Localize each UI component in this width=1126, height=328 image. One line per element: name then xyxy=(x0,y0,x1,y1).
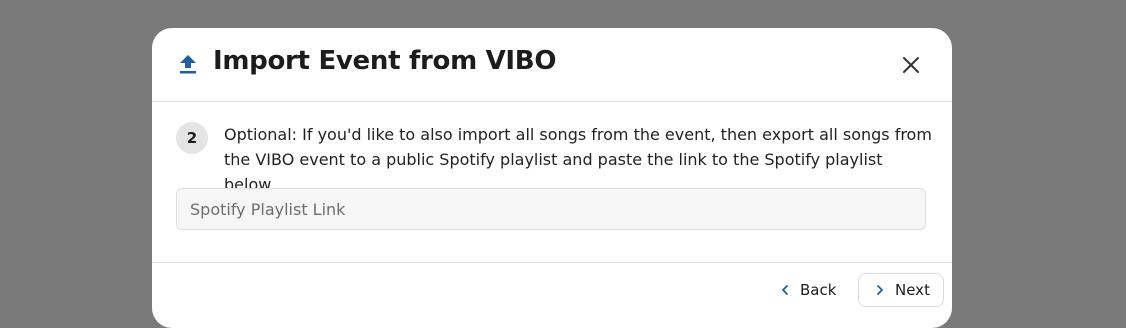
upload-icon xyxy=(178,53,198,75)
chevron-right-icon xyxy=(877,285,883,295)
back-button[interactable]: Back xyxy=(772,273,845,307)
close-icon[interactable] xyxy=(900,54,922,76)
dialog-title: Import Event from VIBO xyxy=(213,46,557,76)
next-button[interactable]: Next xyxy=(858,273,944,307)
dialog-footer: Back Next xyxy=(152,262,952,328)
back-button-label: Back xyxy=(800,281,837,299)
step-number-badge: 2 xyxy=(176,122,208,154)
import-event-dialog: Import Event from VIBO 2 Optional: If yo… xyxy=(152,28,952,328)
spotify-playlist-link-input[interactable] xyxy=(176,188,926,230)
step-instructions: Optional: If you'd like to also import a… xyxy=(224,125,932,194)
dialog-header: Import Event from VIBO xyxy=(152,28,952,102)
next-button-label: Next xyxy=(895,281,930,299)
dialog-body: 2 Optional: If you'd like to also import… xyxy=(152,102,952,262)
chevron-left-icon xyxy=(782,285,788,295)
